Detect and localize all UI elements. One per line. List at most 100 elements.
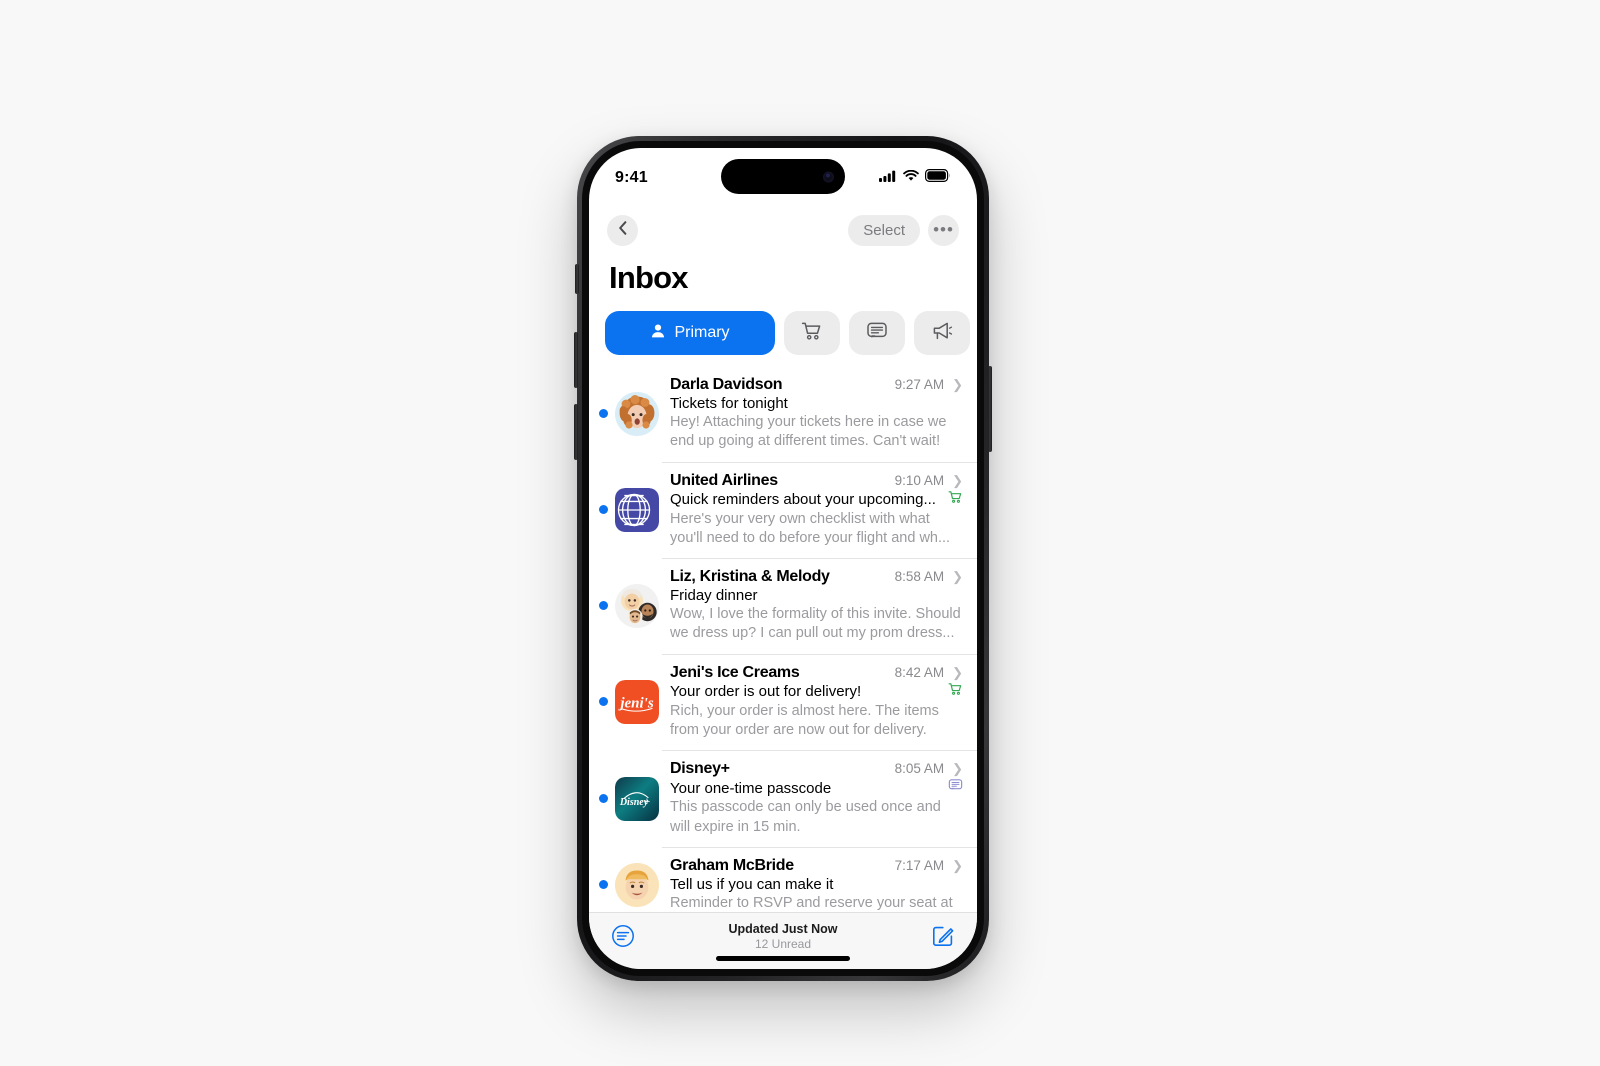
email-preview: Wow, I love the formality of this invite… <box>670 606 961 642</box>
home-indicator[interactable] <box>716 956 850 961</box>
shopping-cart-badge <box>948 682 963 701</box>
avatar <box>615 391 659 436</box>
email-preview: Reminder to RSVP and reserve your seat a… <box>670 894 953 911</box>
table-row[interactable]: Darla Davidson 9:27 AM ❯ Tickets for ton… <box>589 366 977 462</box>
chevron-right-icon[interactable]: ❯ <box>952 762 963 775</box>
cellular-signal-icon <box>879 169 897 187</box>
email-list[interactable]: Darla Davidson 9:27 AM ❯ Tickets for ton… <box>589 366 977 912</box>
volume-down-button[interactable] <box>574 404 578 460</box>
select-button[interactable]: Select <box>848 214 920 246</box>
email-sender: Disney+ <box>670 760 730 778</box>
avatar: Disney + <box>615 776 659 821</box>
email-content: Jeni's Ice Creams 8:42 AM ❯ Your order i… <box>670 664 963 741</box>
volume-up-button[interactable] <box>574 332 578 388</box>
sync-status: Updated Just Now 12 Unread <box>728 922 837 951</box>
battery-icon <box>925 169 951 187</box>
message-bubble-icon <box>866 321 888 346</box>
email-subject: Tickets for tonight <box>670 395 788 412</box>
email-sender: Jeni's Ice Creams <box>670 663 800 681</box>
unread-indicator <box>599 697 608 707</box>
screenshot-scene: 9:41 Select ••• Inbox Primary Darla Davi… <box>0 0 1600 1066</box>
email-time: 7:17 AM <box>894 857 945 873</box>
chevron-right-icon[interactable]: ❯ <box>952 570 963 583</box>
category-pill-primary[interactable]: Primary <box>605 311 775 355</box>
unread-indicator <box>599 880 608 890</box>
sync-status-main: Updated Just Now <box>728 922 838 936</box>
email-subject: Quick reminders about your upcoming... <box>670 491 936 509</box>
email-badge-slot <box>947 490 963 509</box>
memoji-graham <box>615 862 659 907</box>
page-title: Inbox <box>609 260 688 295</box>
email-time: 9:27 AM <box>894 377 945 392</box>
jenis-ice-creams-logo: jeni's <box>615 679 659 724</box>
status-bar-time: 9:41 <box>615 169 648 186</box>
chevron-left-icon <box>617 220 629 241</box>
mute-switch[interactable] <box>575 264 579 294</box>
front-camera-icon <box>823 171 834 182</box>
table-row[interactable]: Liz, Kristina & Melody 8:58 AM ❯ Friday … <box>589 558 977 654</box>
chevron-right-icon[interactable]: ❯ <box>952 378 963 391</box>
email-preview: Here's your very own checklist with what… <box>670 510 951 546</box>
table-row[interactable]: Graham McBride 7:17 AM ❯ Tell us if you … <box>589 846 977 912</box>
unread-indicator <box>599 601 608 611</box>
email-content: Darla Davidson 9:27 AM ❯ Tickets for ton… <box>670 376 963 452</box>
shopping-cart-badge <box>948 490 963 509</box>
ellipsis-icon: ••• <box>933 220 954 239</box>
chevron-right-icon[interactable]: ❯ <box>952 666 963 679</box>
email-time: 8:05 AM <box>894 761 945 777</box>
email-subject: Your order is out for delivery! <box>670 683 862 701</box>
email-subject: Tell us if you can make it <box>670 875 834 893</box>
email-sender: Graham McBride <box>670 856 794 874</box>
avatar <box>615 583 659 628</box>
unread-indicator <box>599 505 608 515</box>
email-preview: This passcode can only be used once and … <box>670 799 941 835</box>
unread-indicator <box>599 409 608 419</box>
compose-pencil-icon[interactable] <box>931 924 955 953</box>
svg-text:+: + <box>644 796 650 808</box>
dynamic-island <box>721 159 845 194</box>
person-icon <box>650 323 666 344</box>
avatar <box>615 487 659 532</box>
email-sender: United Airlines <box>670 471 778 489</box>
chevron-right-icon[interactable]: ❯ <box>952 474 963 487</box>
email-content: Liz, Kristina & Melody 8:58 AM ❯ Friday … <box>670 568 963 644</box>
table-row[interactable]: United Airlines 9:10 AM ❯ Quick reminder… <box>589 461 977 559</box>
email-content: Disney+ 8:05 AM ❯ Your one-time passcode <box>670 760 963 837</box>
email-badge-slot <box>947 682 963 701</box>
email-time: 8:42 AM <box>894 664 945 680</box>
email-time: 8:58 AM <box>894 569 945 585</box>
email-subject: Friday dinner <box>670 587 758 605</box>
email-badge-slot <box>947 778 963 797</box>
email-subject: Your one-time passcode <box>670 779 832 797</box>
email-content: Graham McBride 7:17 AM ❯ Tell us if you … <box>670 857 963 912</box>
chevron-right-icon[interactable]: ❯ <box>952 859 963 872</box>
more-options-button[interactable]: ••• <box>928 214 959 246</box>
unread-count: 12 Unread <box>754 937 812 951</box>
message-bubble-badge <box>948 778 963 797</box>
iphone-device-frame: 9:41 Select ••• Inbox Primary Darla Davi… <box>574 136 992 981</box>
disney-plus-logo: Disney + <box>615 776 659 821</box>
email-sender: Darla Davidson <box>670 376 783 393</box>
category-pill-shopping[interactable] <box>784 311 840 355</box>
united-airlines-logo <box>615 487 659 532</box>
select-button-label: Select <box>863 221 905 239</box>
memoji-group <box>615 583 659 628</box>
back-button[interactable] <box>607 214 638 246</box>
email-content: United Airlines 9:10 AM ❯ Quick reminder… <box>670 472 963 549</box>
status-bar-indicators <box>879 169 951 187</box>
memoji-darla <box>615 391 659 436</box>
filter-lines-icon[interactable] <box>611 924 635 953</box>
email-preview: Rich, your order is almost here. The ite… <box>670 702 939 738</box>
email-preview: Hey! Attaching your tickets here in case… <box>670 414 947 450</box>
table-row[interactable]: Disney + Disney+ 8:05 AM ❯ Your one-time… <box>589 750 977 847</box>
category-pill-promotions[interactable] <box>914 311 970 355</box>
navigation-bar: Select ••• <box>589 204 977 256</box>
avatar: jeni's <box>615 679 659 724</box>
category-pill-transactions[interactable] <box>849 311 905 355</box>
shopping-cart-icon <box>801 321 823 346</box>
category-filter-bar: Primary <box>605 311 970 355</box>
email-time: 9:10 AM <box>894 472 945 488</box>
table-row[interactable]: jeni's Jeni's Ice Creams 8:42 AM ❯ Your … <box>589 653 977 751</box>
power-button[interactable] <box>988 366 992 452</box>
phone-screen: 9:41 Select ••• Inbox Primary Darla Davi… <box>589 148 977 969</box>
